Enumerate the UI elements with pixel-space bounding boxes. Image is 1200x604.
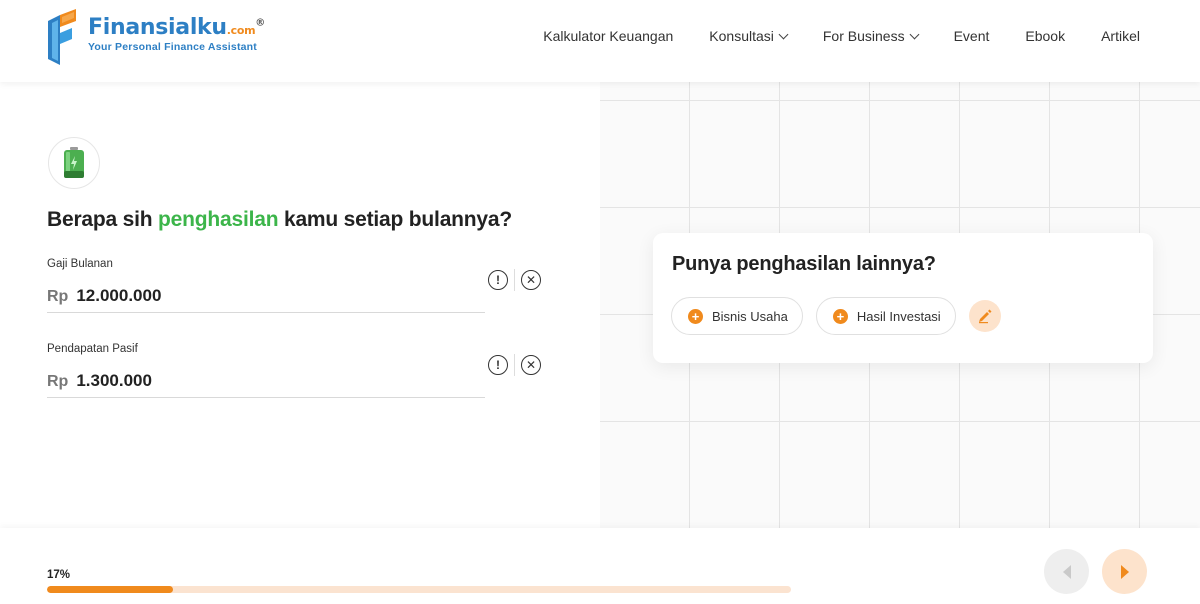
info-icon[interactable]: ! <box>488 355 508 375</box>
edit-button[interactable] <box>968 300 1001 332</box>
nav-for-business[interactable]: For Business <box>823 28 920 44</box>
battery-icon <box>48 137 100 189</box>
progress-fill <box>47 586 174 593</box>
logo-brand: Finansialku.com® <box>88 15 265 40</box>
info-icon[interactable]: ! <box>488 270 508 290</box>
close-icon[interactable]: ✕ <box>521 270 541 290</box>
divider <box>514 354 515 376</box>
amount-value: 12.000.000 <box>76 286 162 305</box>
field-row: Rp 1.300.000 <box>47 371 547 398</box>
progress-bar <box>47 586 791 593</box>
nav-kalkulator-keuangan[interactable]: Kalkulator Keuangan <box>543 28 673 44</box>
income-form: Berapa sih penghasilan kamu setiap bulan… <box>0 82 600 528</box>
nav-konsultasi[interactable]: Konsultasi <box>709 28 789 44</box>
field-label: Pendapatan Pasif <box>47 343 138 355</box>
next-button[interactable] <box>1102 549 1147 594</box>
gaji-bulanan-input[interactable]: Rp 12.000.000 <box>47 286 485 313</box>
plus-icon: + <box>832 308 848 324</box>
add-hasil-investasi-button[interactable]: + Hasil Investasi <box>815 297 956 335</box>
logo-text: Finansialku.com® Your Personal Finance A… <box>88 15 265 53</box>
plus-icon: + <box>688 308 703 324</box>
field-actions: ! ✕ <box>488 269 541 291</box>
logo-mark-icon <box>46 7 78 69</box>
field-actions: ! ✕ <box>488 354 541 376</box>
previous-button[interactable] <box>1044 549 1089 594</box>
divider <box>514 269 515 291</box>
arrow-right-icon <box>1120 564 1129 579</box>
other-income-card: Punya penghasilan lainnya? + Bisnis Usah… <box>653 233 1153 363</box>
page-title: Berapa sih penghasilan kamu setiap bulan… <box>47 208 513 231</box>
progress-footer: 17% <box>0 528 1200 604</box>
nav-event[interactable]: Event <box>954 28 990 44</box>
field-gaji-bulanan: Gaji Bulanan Rp 12.000.000 ! ✕ <box>47 258 547 313</box>
field-row: Rp 12.000.000 <box>47 286 547 313</box>
field-label: Gaji Bulanan <box>47 258 113 270</box>
pendapatan-pasif-input[interactable]: Rp 1.300.000 <box>47 371 485 398</box>
field-pendapatan-pasif: Pendapatan Pasif Rp 1.300.000 ! ✕ <box>47 343 547 398</box>
card-title: Punya penghasilan lainnya? <box>672 253 936 275</box>
nav-ebook[interactable]: Ebook <box>1025 28 1065 44</box>
arrow-left-icon <box>1062 564 1071 579</box>
pencil-icon <box>978 309 992 324</box>
chip-label: Bisnis Usaha <box>712 308 788 324</box>
chip-label: Hasil Investasi <box>856 308 941 324</box>
currency-prefix: Rp <box>47 373 69 390</box>
progress-percent: 17% <box>47 569 71 581</box>
add-bisnis-usaha-button[interactable]: + Bisnis Usaha <box>671 297 803 335</box>
chevron-down-icon <box>778 29 789 39</box>
close-icon[interactable]: ✕ <box>521 355 541 375</box>
site-header: Finansialku.com® Your Personal Finance A… <box>0 0 1200 82</box>
nav-artikel[interactable]: Artikel <box>1101 28 1140 44</box>
currency-prefix: Rp <box>47 288 69 305</box>
income-chips: + Bisnis Usaha + Hasil Investasi <box>671 297 1001 335</box>
amount-value: 1.300.000 <box>76 371 152 390</box>
chevron-down-icon <box>909 29 920 39</box>
main-nav: Kalkulator Keuangan Konsultasi For Busin… <box>543 0 1140 72</box>
logo-tagline: Your Personal Finance Assistant <box>88 41 257 53</box>
logo[interactable]: Finansialku.com® Your Personal Finance A… <box>46 7 265 69</box>
